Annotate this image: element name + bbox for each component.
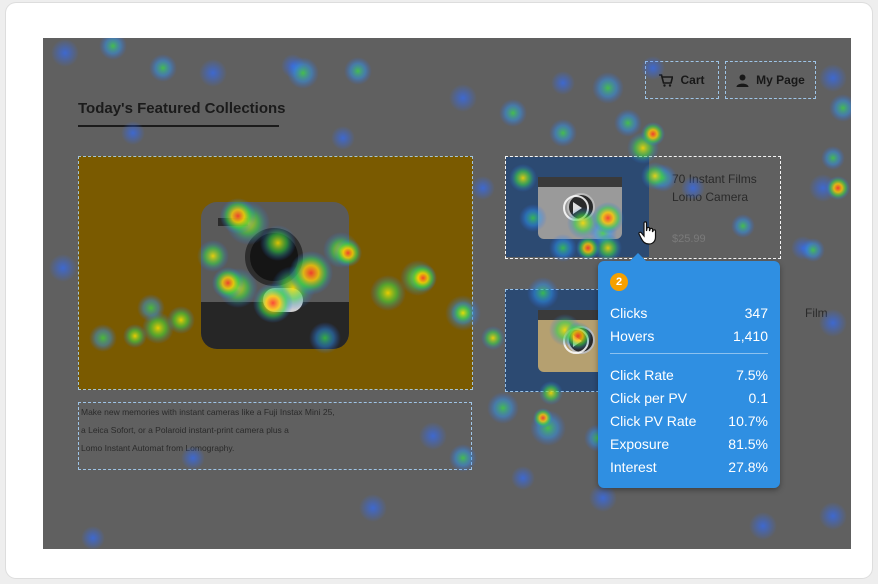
- metric-value: 347: [744, 305, 768, 321]
- metric-row: Click PV Rate 10.7%: [610, 410, 768, 432]
- metric-row: Hovers 1,410: [610, 325, 768, 347]
- metric-label: Exposure: [610, 436, 670, 452]
- metric-row: Clicks 347: [610, 302, 768, 324]
- metric-row: Exposure 81.5%: [610, 433, 768, 455]
- metric-value: 0.1: [748, 390, 768, 406]
- metric-row: Click Rate 7.5%: [610, 364, 768, 386]
- metric-value: 1,410: [732, 328, 768, 344]
- metric-label: Interest: [610, 459, 657, 475]
- metric-value: 7.5%: [736, 367, 768, 383]
- stats-tooltip: 2 Clicks 347 Hovers 1,410 Click Rate 7.5…: [598, 253, 780, 488]
- rank-badge: 2: [610, 273, 628, 291]
- metric-label: Click Rate: [610, 367, 674, 383]
- metric-row: Click per PV 0.1: [610, 387, 768, 409]
- hand-cursor-icon: [638, 221, 660, 250]
- metric-row: Interest 27.8%: [610, 456, 768, 478]
- heat-yellow: [123, 132, 669, 405]
- metric-label: Click per PV: [610, 390, 688, 406]
- tooltip-divider: [610, 353, 768, 354]
- metric-value: 10.7%: [728, 413, 768, 429]
- metric-value: 81.5%: [728, 436, 768, 452]
- metric-label: Clicks: [610, 305, 648, 321]
- metric-value: 27.8%: [728, 459, 768, 475]
- metric-label: Hovers: [610, 328, 655, 344]
- metric-label: Click PV Rate: [610, 413, 697, 429]
